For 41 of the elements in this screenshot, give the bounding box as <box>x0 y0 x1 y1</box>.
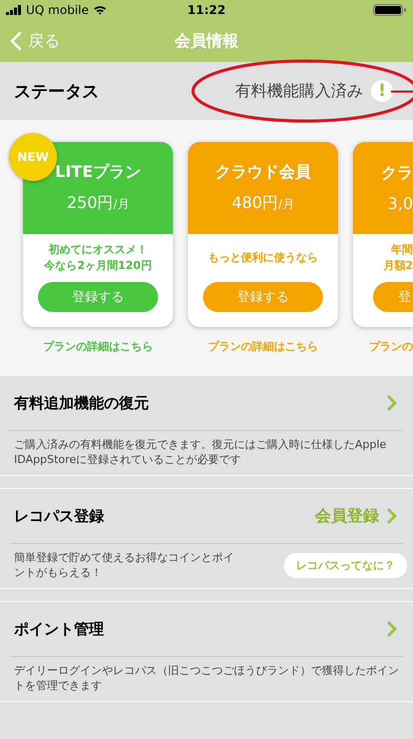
plan-price: 480円/月 <box>232 193 294 214</box>
section-title: レコパス登録 <box>14 506 105 526</box>
plan-price: 250円/月 <box>66 193 130 214</box>
chevron-right-icon <box>387 621 397 637</box>
section-description: ご購入済みの有料機能を復元できます。復元にはご購入時に仕様したApple IDAppStoreに登録されていることが必要です <box>14 437 388 467</box>
section-description: 簡単登録で貯めて使えるお得なコインとポイントがもらえる！ <box>14 550 235 580</box>
plan-note: もっと便利に使うなら <box>208 250 318 266</box>
settings-section[interactable]: レコパス登録 会員登録 簡単登録で貯めて使えるお得なコインとポイントがもらえる！ レコパスってなに？ <box>0 488 413 589</box>
status-value: 有料機能購入済み <box>235 80 363 102</box>
back-chevron-icon <box>10 31 22 51</box>
plan-note: 初めてにオススメ！ 今なら2ヶ月間120円 <box>44 242 152 274</box>
battery-icon <box>373 4 407 16</box>
plan-name: クラウド会員 <box>215 162 311 183</box>
plan-price: 3,0 <box>388 194 413 213</box>
section-description: デイリーログインやレコパス（旧こつこつごほうびランド）で獲得したポイントを管理できます <box>14 663 400 693</box>
section-title: ポイント管理 <box>14 620 105 638</box>
register-button[interactable]: 登 <box>373 282 413 312</box>
alert-badge[interactable]: ! <box>371 80 393 102</box>
signal-icon <box>6 5 22 15</box>
status-label: ステータス <box>14 80 100 102</box>
clock-time: 11:22 <box>187 3 226 17</box>
back-button[interactable]: 戻る <box>0 30 70 52</box>
plan-details-link[interactable]: プランの <box>369 339 413 354</box>
plan-details-link[interactable]: プランの詳細はこちら <box>43 339 153 354</box>
screen-title: 会員情報 <box>174 30 238 52</box>
member-register-link[interactable]: 会員登録 <box>315 506 379 526</box>
plan-details-link[interactable]: プランの詳細はこちら <box>208 339 318 354</box>
new-badge: NEW <box>9 133 57 181</box>
plan-name: クラ <box>381 163 413 184</box>
register-button[interactable]: 登録する <box>203 282 323 312</box>
settings-section[interactable]: ポイント管理 デイリーログインやレコパス（旧こつこつごほうびランド）で獲得したポイントを管理できます <box>0 601 413 702</box>
wifi-icon <box>92 5 107 15</box>
register-button[interactable]: 登録する <box>38 282 158 312</box>
section-title: 有料追加機能の復元 <box>14 394 150 412</box>
annotation-line <box>391 90 413 93</box>
info-pill-button[interactable]: レコパスってなに？ <box>284 552 407 578</box>
plan-note: 年間 月額2 <box>383 242 413 274</box>
chevron-right-icon <box>387 508 397 524</box>
plan-name: LITEプラン <box>55 162 141 183</box>
carrier-name: UQ mobile <box>26 3 89 17</box>
chevron-right-icon <box>387 395 397 411</box>
